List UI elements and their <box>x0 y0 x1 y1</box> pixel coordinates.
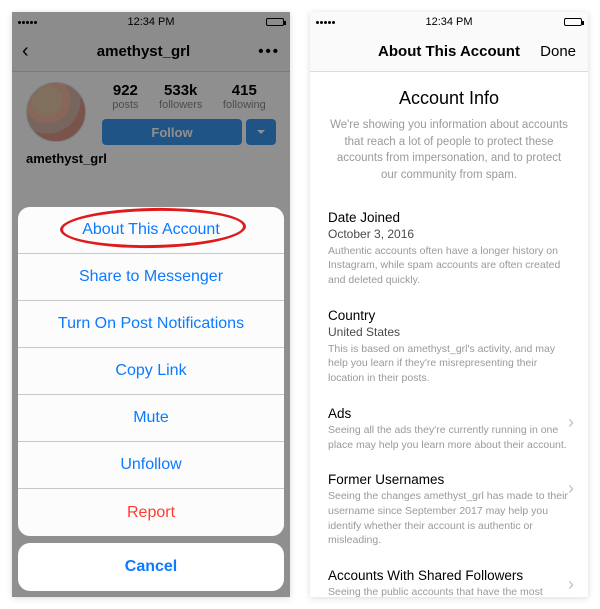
action-sheet-overlay[interactable]: About This Account Share to Messenger Tu… <box>12 12 290 597</box>
menu-report[interactable]: Report <box>18 489 284 536</box>
ads-title: Ads <box>328 406 570 421</box>
about-navbar: About This Account Done <box>310 32 588 72</box>
ads-expl: Seeing all the ads they're currently run… <box>328 423 570 452</box>
cancel-button[interactable]: Cancel <box>18 543 284 591</box>
date-joined-title: Date Joined <box>328 210 570 225</box>
done-button[interactable]: Done <box>540 43 576 60</box>
section-shared-followers[interactable]: Accounts With Shared Followers Seeing th… <box>328 568 570 597</box>
menu-unfollow[interactable]: Unfollow <box>18 442 284 489</box>
menu-turn-on-post-notifications[interactable]: Turn On Post Notifications <box>18 301 284 348</box>
date-joined-value: October 3, 2016 <box>328 227 570 241</box>
section-country: Country United States This is based on a… <box>328 308 570 386</box>
about-account-screen: 12:34 PM About This Account Done Account… <box>310 12 588 597</box>
menu-mute[interactable]: Mute <box>18 395 284 442</box>
section-date-joined: Date Joined October 3, 2016 Authentic ac… <box>328 210 570 288</box>
battery-icon <box>564 18 582 26</box>
profile-screen: 12:34 PM ‹ amethyst_grl ••• 922 posts 53… <box>12 12 290 597</box>
account-info-heading: Account Info <box>328 88 570 109</box>
shared-followers-expl: Seeing the public accounts that have the… <box>328 585 570 597</box>
about-content[interactable]: Account Info We're showing you informati… <box>310 72 588 597</box>
shared-followers-title: Accounts With Shared Followers <box>328 568 570 583</box>
menu-copy-link[interactable]: Copy Link <box>18 348 284 395</box>
chevron-right-icon: › <box>568 478 574 499</box>
status-bar: 12:34 PM <box>310 12 588 32</box>
date-joined-expl: Authentic accounts often have a longer h… <box>328 244 570 288</box>
country-expl: This is based on amethyst_grl's activity… <box>328 342 570 386</box>
chevron-right-icon: › <box>568 574 574 595</box>
menu-share-to-messenger[interactable]: Share to Messenger <box>18 254 284 301</box>
country-value: United States <box>328 325 570 339</box>
section-ads[interactable]: Ads Seeing all the ads they're currently… <box>328 406 570 452</box>
status-time: 12:34 PM <box>310 16 588 28</box>
menu-about-this-account[interactable]: About This Account <box>18 207 284 254</box>
chevron-right-icon: › <box>568 412 574 433</box>
former-usernames-expl: Seeing the changes amethyst_grl has made… <box>328 489 570 548</box>
section-former-usernames[interactable]: Former Usernames Seeing the changes amet… <box>328 472 570 548</box>
account-info-intro: We're showing you information about acco… <box>328 117 570 184</box>
action-sheet: About This Account Share to Messenger Tu… <box>18 207 284 536</box>
former-usernames-title: Former Usernames <box>328 472 570 487</box>
country-title: Country <box>328 308 570 323</box>
